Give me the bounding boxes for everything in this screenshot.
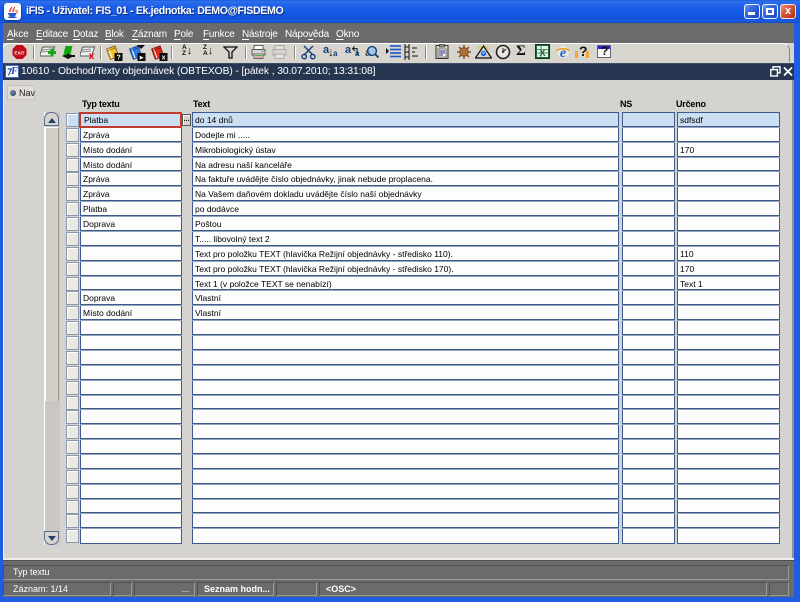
- svg-text:x: x: [89, 51, 95, 60]
- svg-text:EXIT: EXIT: [14, 51, 24, 56]
- svg-text:x: x: [162, 55, 166, 61]
- svg-text:X: X: [539, 48, 545, 58]
- svg-text:?: ?: [116, 55, 120, 61]
- svg-text:▸: ▸: [139, 55, 144, 61]
